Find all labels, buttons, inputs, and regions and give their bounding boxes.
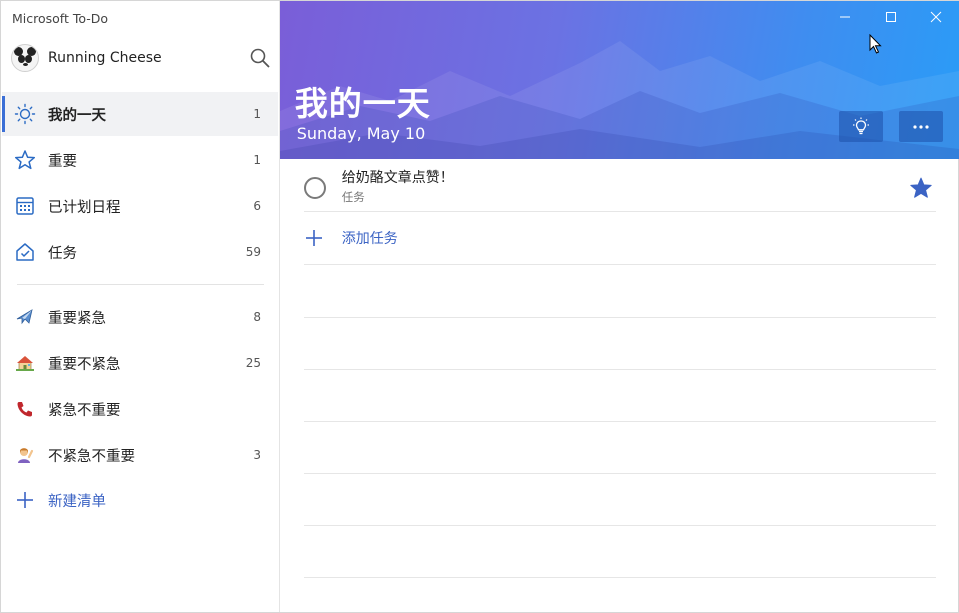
empty-row-divider <box>303 317 936 318</box>
suggestions-button[interactable] <box>838 111 883 142</box>
profile[interactable]: Running Cheese <box>11 41 271 75</box>
star-icon <box>14 149 36 171</box>
sidebar-item-label: 我的一天 <box>48 107 106 124</box>
star-filled-icon <box>910 177 932 198</box>
add-task-button[interactable]: 添加任务 <box>303 212 936 265</box>
telephone-emoji-icon <box>14 398 36 420</box>
sidebar-item-my-day[interactable]: 我的一天 1 <box>2 92 278 136</box>
close-button[interactable] <box>913 1 959 33</box>
empty-row-divider <box>303 369 936 370</box>
close-icon <box>930 11 942 23</box>
sidebar-list-important-not-urgent[interactable]: 重要不紧急 25 <box>2 341 278 385</box>
new-list-label: 新建清单 <box>48 493 106 510</box>
sidebar-item-label: 不紧急不重要 <box>48 448 135 465</box>
sun-icon <box>14 103 36 125</box>
empty-row-divider <box>303 421 936 422</box>
task-complete-checkbox[interactable] <box>303 177 326 199</box>
maximize-icon <box>885 12 896 22</box>
sidebar-item-planned[interactable]: 已计划日程 6 <box>2 184 278 228</box>
add-task-label: 添加任务 <box>341 231 398 247</box>
sidebar-item-count: 3 <box>253 448 261 462</box>
task-star-button[interactable] <box>909 176 933 200</box>
lightbulb-icon <box>852 117 869 134</box>
mouse-cursor-icon <box>869 34 882 54</box>
task-list-name: 任务 <box>341 190 365 204</box>
more-options-button[interactable] <box>898 111 943 142</box>
avatar[interactable] <box>11 44 39 72</box>
sidebar-item-label: 重要不紧急 <box>48 356 121 373</box>
empty-row-divider <box>303 473 936 474</box>
sidebar-item-count: 6 <box>253 199 261 213</box>
sidebar-item-count: 1 <box>253 107 261 121</box>
sidebar-item-label: 任务 <box>48 245 77 262</box>
more-icon <box>913 124 929 129</box>
sidebar-item-count: 59 <box>245 245 261 259</box>
sidebar-item-label: 已计划日程 <box>48 199 121 216</box>
empty-row-divider <box>303 525 936 526</box>
sidebar-list-not-urgent-not-important[interactable]: 不紧急不重要 3 <box>2 433 278 477</box>
house-emoji-icon <box>14 352 36 374</box>
app-window: Microsoft To-Do Running Cheese 我的一天 1 重要… <box>0 0 959 613</box>
minimize-button[interactable] <box>822 1 868 33</box>
calendar-icon <box>14 195 36 217</box>
new-list-button[interactable]: 新建清单 <box>2 478 278 522</box>
sidebar-list-urgent-not-important[interactable]: 紧急不重要 <box>2 387 278 431</box>
empty-row-divider <box>303 577 936 578</box>
plus-icon <box>14 489 36 511</box>
sidebar-item-count: 1 <box>253 153 261 167</box>
profile-name: Running Cheese <box>48 50 162 66</box>
plus-icon <box>305 230 322 246</box>
page-title: 我的一天 <box>294 84 431 123</box>
maximize-button[interactable] <box>868 1 914 33</box>
task-item[interactable]: 给奶酪文章点赞！ 任务 <box>303 159 936 212</box>
sidebar-divider <box>17 284 264 285</box>
sidebar-list-important-urgent[interactable]: 重要紧急 8 <box>2 295 278 339</box>
list-header: 我的一天 Sunday, May 10 <box>279 1 959 159</box>
airplane-emoji-icon <box>14 306 36 328</box>
home-icon <box>14 241 36 263</box>
sidebar-item-important[interactable]: 重要 1 <box>2 138 278 182</box>
app-title: Microsoft To-Do <box>12 11 109 26</box>
sidebar-item-count: 8 <box>253 310 261 324</box>
sidebar-item-count: 25 <box>245 356 261 370</box>
search-icon <box>250 48 270 68</box>
sidebar-item-label: 紧急不重要 <box>48 402 121 419</box>
main-pane: 我的一天 Sunday, May 10 给奶酪文章点赞！ 任务 添加任务 <box>279 1 959 612</box>
sidebar-item-tasks[interactable]: 任务 59 <box>2 230 278 274</box>
sidebar-item-label: 重要紧急 <box>48 310 106 327</box>
sidebar: Microsoft To-Do Running Cheese 我的一天 1 重要… <box>1 1 280 612</box>
sidebar-item-label: 重要 <box>48 153 77 170</box>
search-button[interactable] <box>249 47 271 69</box>
minimize-icon <box>839 16 850 18</box>
task-title: 给奶酪文章点赞！ <box>341 170 454 186</box>
person-emoji-icon <box>14 444 36 466</box>
page-date: Sunday, May 10 <box>296 124 426 143</box>
